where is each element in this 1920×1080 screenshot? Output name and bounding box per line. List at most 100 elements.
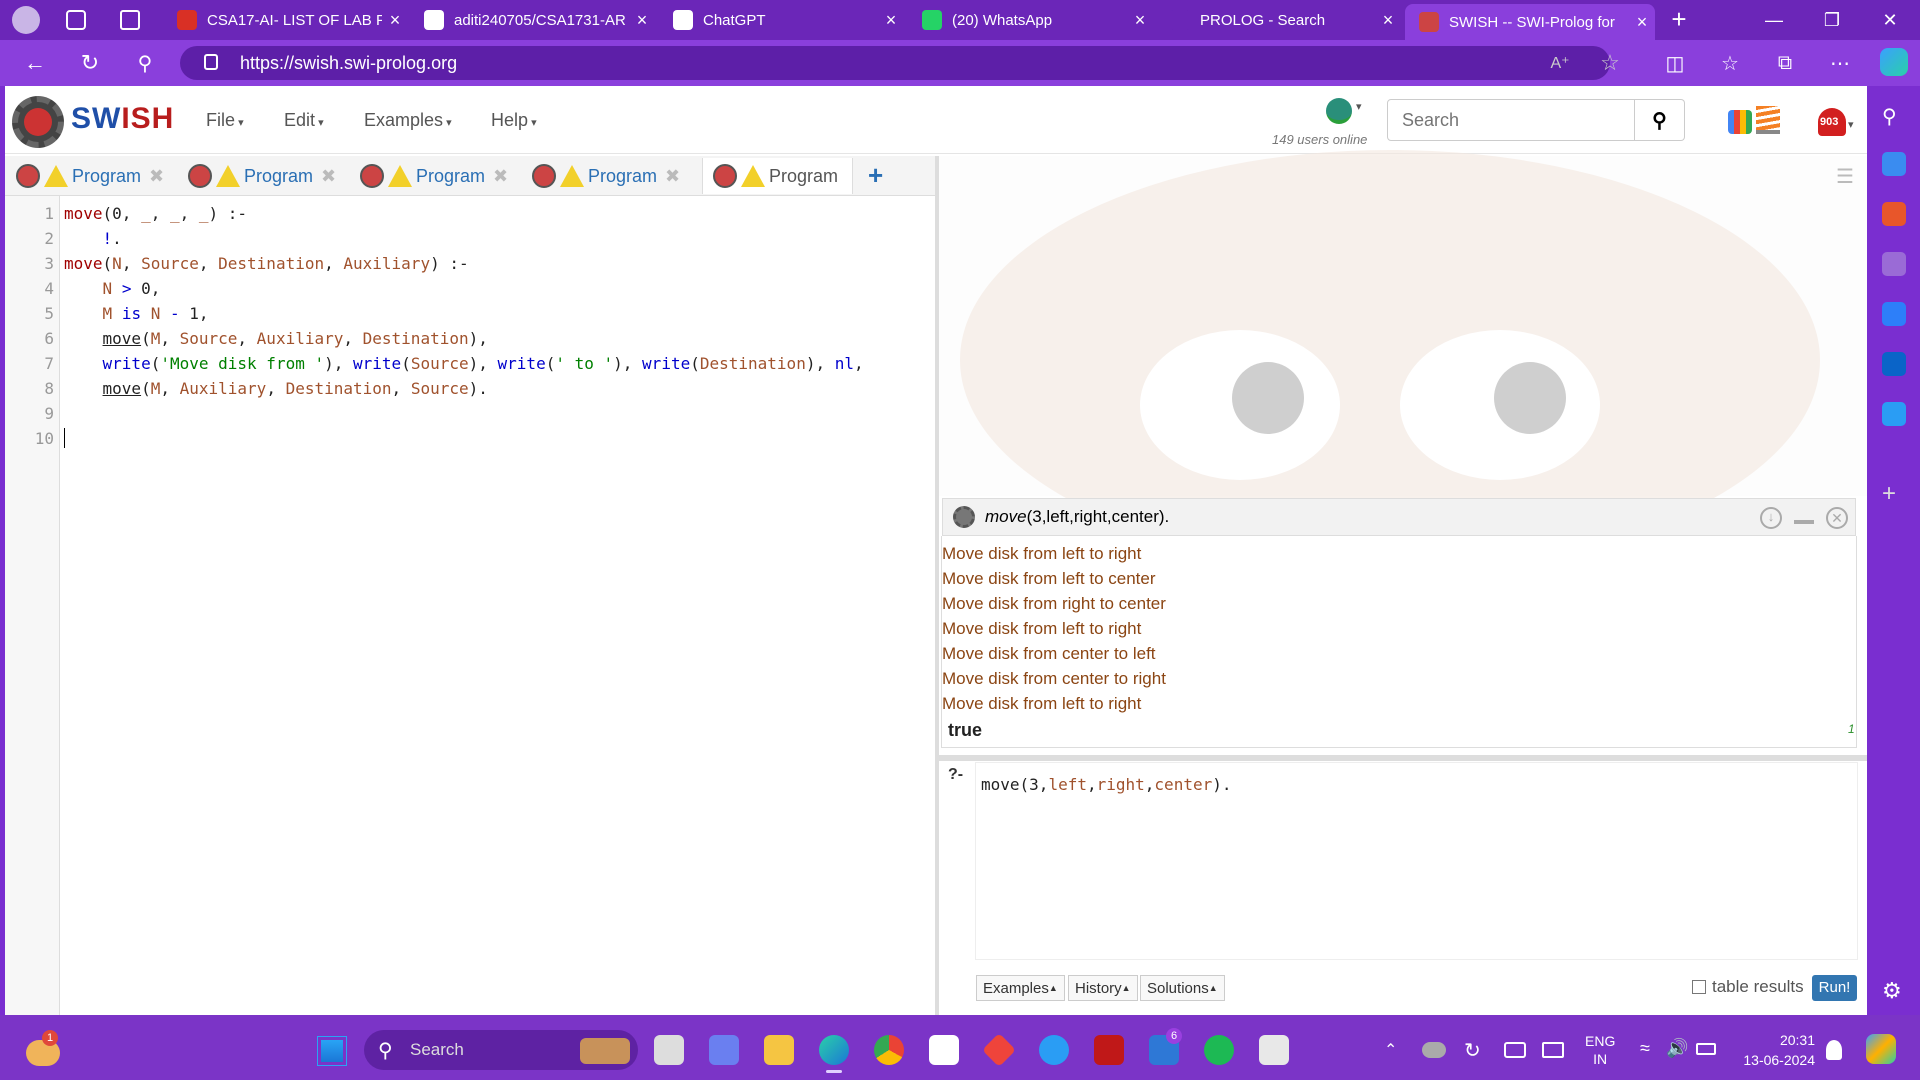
notepad-icon[interactable]	[1259, 1035, 1289, 1065]
store-icon[interactable]	[929, 1035, 959, 1065]
menu-edit[interactable]: Edit ▾	[284, 110, 324, 131]
close-tab-icon[interactable]: ×	[382, 10, 408, 31]
wifi-icon[interactable]: ≈	[1640, 1038, 1650, 1059]
close-window-icon[interactable]: ✕	[1861, 0, 1919, 40]
mcafee-icon[interactable]	[1094, 1035, 1124, 1065]
editor-tab-5[interactable]: Program	[702, 158, 854, 194]
edge-icon[interactable]	[819, 1035, 849, 1065]
query-history-button[interactable]: History ▲	[1068, 975, 1138, 1001]
browser-tab-4[interactable]: (20) WhatsApp ×	[908, 4, 1153, 36]
language-indicator[interactable]: ENG IN	[1585, 1032, 1615, 1068]
url-field[interactable]: https://swish.swi-prolog.org	[180, 46, 1610, 80]
run-button[interactable]: Run!	[1812, 975, 1857, 1001]
sidebar-add-icon[interactable]: +	[1882, 480, 1896, 508]
lock-icon	[204, 54, 218, 70]
close-answer-icon[interactable]: ✕	[1826, 507, 1848, 529]
profile-avatar[interactable]	[12, 6, 40, 34]
notification-chevron-icon[interactable]: ▾	[1848, 118, 1854, 131]
panel-menu-icon[interactable]: ☰	[1836, 164, 1854, 189]
volume-icon[interactable]: 🔊	[1666, 1038, 1688, 1059]
browser-tab-2[interactable]: aditi240705/CSA1731-AR ×	[410, 4, 655, 36]
menu-file[interactable]: File ▾	[206, 110, 244, 131]
close-editor-tab-icon[interactable]: ✖	[321, 166, 336, 187]
sidebar-tag-icon[interactable]	[1882, 152, 1906, 176]
code-line-6: move(M, Source, Auxiliary, Destination),	[102, 329, 488, 348]
chrome-icon[interactable]	[874, 1035, 904, 1065]
answer-output-area	[941, 536, 1857, 748]
help-icon[interactable]	[1039, 1035, 1069, 1065]
add-tab-icon[interactable]: +	[868, 160, 883, 191]
more-icon[interactable]: ⋯	[1825, 48, 1855, 78]
download-icon[interactable]: ↓	[1760, 507, 1782, 529]
menu-examples[interactable]: Examples ▾	[364, 110, 452, 131]
sidebar-tools-icon[interactable]	[1882, 202, 1906, 226]
sidebar-outlook-icon[interactable]	[1882, 352, 1906, 376]
sidebar-send-icon[interactable]	[1882, 402, 1906, 426]
search-icon[interactable]: ⚲	[130, 48, 160, 78]
menu-help[interactable]: Help ▾	[491, 110, 537, 131]
table-results-checkbox[interactable]	[1692, 980, 1706, 994]
editor-tab-4[interactable]: Program ✖	[532, 158, 680, 194]
minimize-icon[interactable]: —	[1745, 0, 1803, 40]
split-screen-icon[interactable]: ◫	[1660, 48, 1690, 78]
clock[interactable]: 20:31 13-06-2024	[1735, 1030, 1815, 1070]
swish-search-input[interactable]	[1387, 99, 1635, 141]
close-editor-tab-icon[interactable]: ✖	[149, 166, 164, 187]
tray-chevron-icon[interactable]: ⌃	[1384, 1040, 1397, 1060]
tab-actions-icon[interactable]	[120, 10, 140, 30]
favorite-star-icon[interactable]: ☆	[1595, 48, 1625, 78]
editor-tab-3[interactable]: Program ✖	[360, 158, 508, 194]
workspaces-icon[interactable]	[66, 10, 86, 30]
browser-tab-3[interactable]: ChatGPT ×	[659, 4, 904, 36]
copilot-icon[interactable]	[1880, 48, 1908, 76]
onedrive-icon[interactable]	[1422, 1042, 1446, 1058]
close-tab-icon[interactable]: ×	[629, 10, 655, 31]
output-line: Move disk from right to center	[942, 594, 1166, 613]
favorites-icon[interactable]: ☆	[1715, 48, 1745, 78]
sync-icon[interactable]: ↻	[1464, 1038, 1481, 1063]
spotify-icon[interactable]	[1204, 1035, 1234, 1065]
new-tab-icon[interactable]: +	[1664, 4, 1694, 36]
notification-icon[interactable]	[1826, 1040, 1842, 1060]
zoom-icon[interactable]	[709, 1035, 739, 1065]
refresh-icon[interactable]: ↻	[75, 48, 105, 78]
back-icon[interactable]: ←	[20, 48, 50, 78]
query-divider[interactable]	[939, 755, 1867, 761]
browser-tab-6[interactable]: SWISH -- SWI-Prolog for ×	[1405, 4, 1655, 40]
stackoverflow-icon[interactable]	[1756, 106, 1780, 134]
owl-icon	[16, 164, 40, 188]
sidebar-copilot-icon[interactable]	[1882, 302, 1906, 326]
collections-icon[interactable]: ⧉	[1770, 48, 1800, 78]
close-tab-icon[interactable]: ×	[878, 10, 904, 31]
swish-logo-text[interactable]: SWISH	[71, 102, 174, 136]
query-solutions-button[interactable]: Solutions ▲	[1140, 975, 1225, 1001]
sidebar-settings-icon[interactable]: ⚙	[1882, 978, 1902, 1004]
sidebar-games-icon[interactable]	[1882, 252, 1906, 276]
copilot-taskbar-icon[interactable]	[1866, 1034, 1896, 1064]
read-aloud-icon[interactable]: A⁺	[1545, 48, 1575, 78]
close-tab-icon[interactable]: ×	[1629, 12, 1655, 33]
browser-tab-5[interactable]: PROLOG - Search ×	[1156, 4, 1401, 36]
battery-icon[interactable]	[1696, 1043, 1716, 1055]
close-editor-tab-icon[interactable]: ✖	[665, 166, 680, 187]
minimize-answer-icon[interactable]	[1794, 520, 1814, 524]
google-login-icon[interactable]	[1728, 110, 1752, 134]
close-tab-icon[interactable]: ×	[1375, 10, 1401, 31]
start-button-icon[interactable]	[317, 1036, 347, 1066]
editor-tab-1[interactable]: Program ✖	[16, 158, 164, 194]
sidebar-search-icon[interactable]: ⚲	[1882, 104, 1897, 129]
editor-tab-2[interactable]: Program ✖	[188, 158, 336, 194]
query-examples-button[interactable]: Examples ▲	[976, 975, 1065, 1001]
close-editor-tab-icon[interactable]: ✖	[493, 166, 508, 187]
user-menu-chevron-icon[interactable]: ▾	[1356, 100, 1362, 113]
task-view-icon[interactable]	[654, 1035, 684, 1065]
file-explorer-icon[interactable]	[764, 1035, 794, 1065]
output-line: Move disk from left to right	[942, 619, 1142, 638]
close-tab-icon[interactable]: ×	[1127, 10, 1153, 31]
keyboard-icon[interactable]	[1504, 1042, 1526, 1058]
restore-icon[interactable]: ❐	[1803, 0, 1861, 40]
user-avatar-icon[interactable]	[1326, 98, 1352, 124]
browser-tab-1[interactable]: CSA17-AI- LIST OF LAB PR ×	[163, 4, 408, 36]
swish-search-button[interactable]: ⚲	[1635, 99, 1685, 141]
display-icon[interactable]	[1542, 1042, 1564, 1058]
